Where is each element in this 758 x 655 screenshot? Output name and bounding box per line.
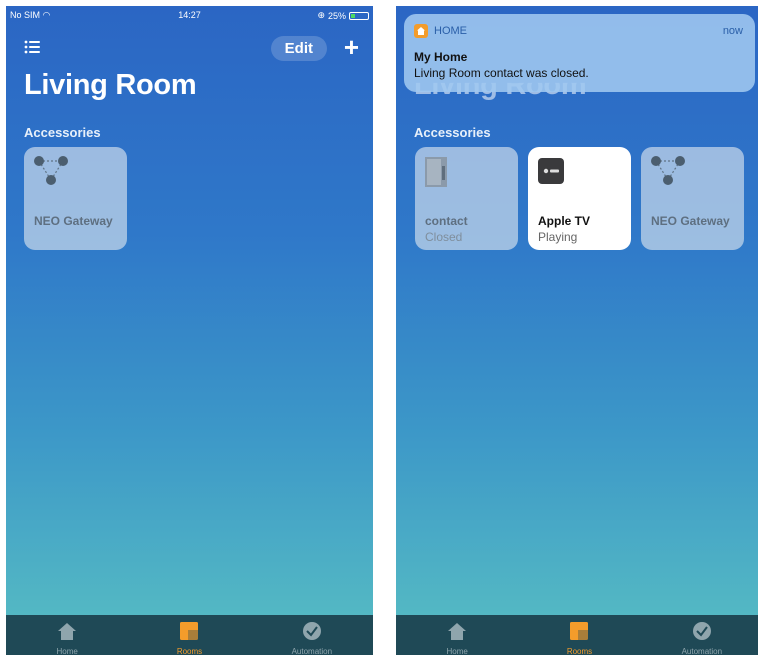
accessory-tile-neo-gateway[interactable]: NEO Gateway xyxy=(641,147,744,250)
phone-screen-right: Living Room HOME now My Home Living Room… xyxy=(396,6,758,655)
notification-title: My Home xyxy=(414,50,468,64)
accessory-tile-contact[interactable]: contact Closed xyxy=(415,147,518,250)
tile-state: Playing xyxy=(538,230,578,244)
accessory-tile-apple-tv[interactable]: Apple TV Playing xyxy=(528,147,631,250)
tab-label: Home xyxy=(56,647,78,655)
notification-time: now xyxy=(722,25,743,37)
notification-banner[interactable]: HOME now My Home Living Room contact was… xyxy=(404,14,755,92)
tab-label: Automation xyxy=(681,647,723,655)
tab-rooms[interactable]: Rooms xyxy=(144,615,234,655)
tab-automation[interactable]: Automation xyxy=(267,615,357,655)
hub-icon xyxy=(651,156,685,185)
phone-screen-left: No SIM ◠ 14:27 ⊕ 25% Edit + Living Room … xyxy=(6,6,373,655)
notification-body: Living Room contact was closed. xyxy=(414,66,589,80)
tile-label: contact xyxy=(425,214,468,228)
rooms-icon xyxy=(180,622,199,640)
tab-label: Home xyxy=(446,647,468,655)
list-icon[interactable] xyxy=(24,38,42,56)
battery-percent: 25% xyxy=(327,10,346,21)
tab-rooms[interactable]: Rooms xyxy=(534,615,624,655)
rooms-icon xyxy=(570,622,589,640)
notification-app-name: HOME xyxy=(434,25,467,37)
hub-icon xyxy=(34,156,68,185)
clock-check-icon xyxy=(692,622,711,640)
page-title: Living Room xyxy=(24,69,197,101)
accessory-tile-neo-gateway[interactable]: NEO Gateway xyxy=(24,147,127,250)
edit-button[interactable]: Edit xyxy=(270,36,327,61)
house-icon xyxy=(58,623,77,640)
tile-state: Closed xyxy=(425,230,463,244)
tile-label: Apple TV xyxy=(538,214,591,228)
add-button[interactable]: + xyxy=(344,33,359,61)
tab-home[interactable]: Home xyxy=(22,615,112,655)
home-app-icon xyxy=(414,24,428,38)
battery-icon xyxy=(349,11,369,20)
tab-bar: Home Rooms Automation xyxy=(6,615,373,655)
apple-tv-icon xyxy=(538,158,564,184)
tab-bar: Home Rooms Automation xyxy=(396,615,758,655)
clock-check-icon xyxy=(302,622,321,640)
tab-automation[interactable]: Automation xyxy=(657,615,747,655)
status-right: ⊕ 25% xyxy=(317,10,369,21)
house-icon xyxy=(448,623,467,640)
tab-label: Automation xyxy=(291,647,333,655)
tab-home[interactable]: Home xyxy=(412,615,502,655)
door-sensor-icon xyxy=(425,157,447,187)
tile-label: NEO Gateway xyxy=(34,214,113,228)
tab-label: Rooms xyxy=(176,647,203,655)
status-bar: No SIM ◠ 14:27 ⊕ 25% xyxy=(6,6,373,26)
section-label-accessories: Accessories xyxy=(24,125,101,140)
orientation-lock-icon: ⊕ xyxy=(317,10,325,20)
nav-bar: Edit + xyxy=(6,33,373,64)
section-label-accessories: Accessories xyxy=(414,125,491,140)
tile-label: NEO Gateway xyxy=(651,214,730,228)
tab-label: Rooms xyxy=(566,647,593,655)
